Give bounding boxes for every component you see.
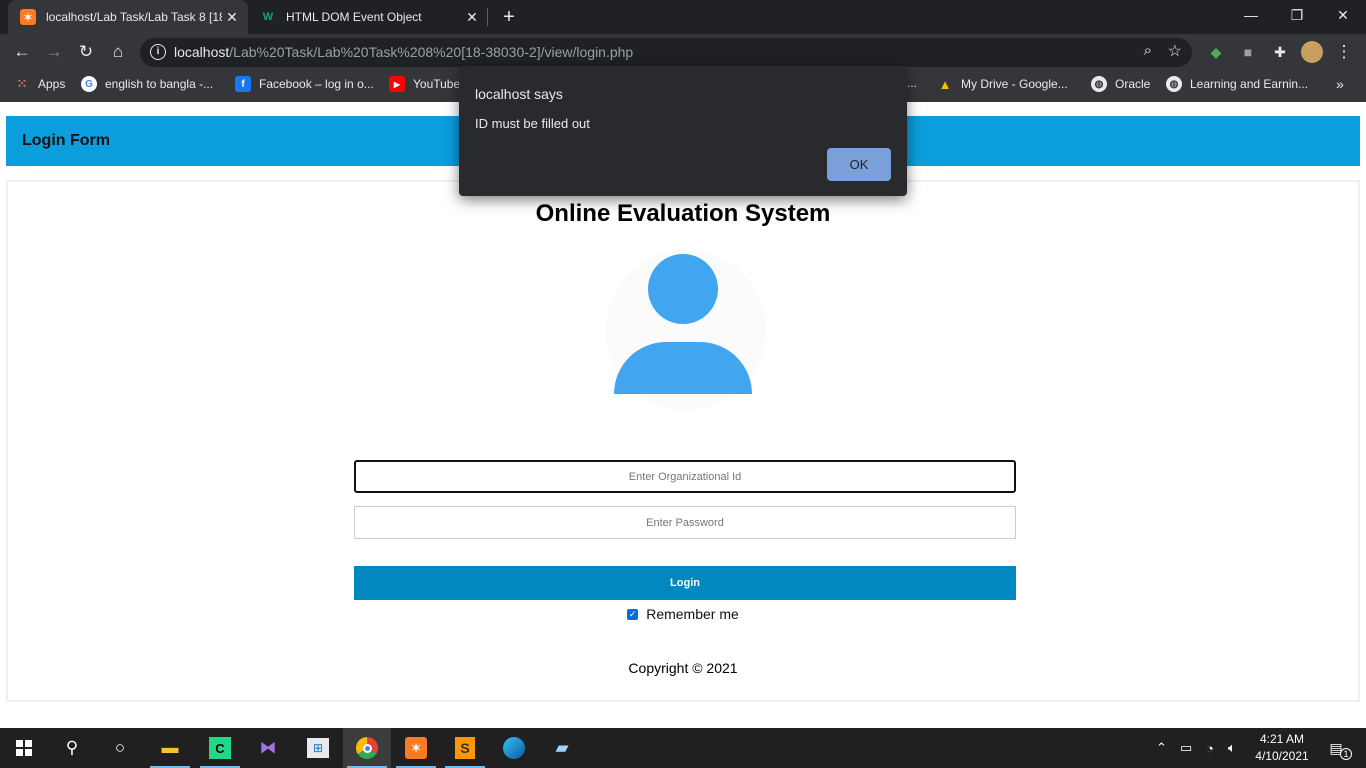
extension-icon[interactable]: ■	[1236, 40, 1260, 64]
avatar-body	[614, 342, 752, 394]
xampp-icon[interactable]: ✶	[392, 728, 440, 768]
address-bar[interactable]: i localhost/Lab%20Task/Lab%20Task%208%20…	[140, 38, 1192, 67]
bookmark-label: YouTube	[413, 77, 461, 91]
tray-overflow-icon[interactable]: ⌃	[1156, 728, 1167, 768]
clock-date: 4/10/2021	[1255, 749, 1309, 763]
tab-dom-event[interactable]: W HTML DOM Event Object ✕	[248, 0, 488, 34]
w3schools-icon: W	[262, 11, 274, 23]
volume-icon[interactable]: 🔈︎	[1228, 728, 1236, 768]
bookmark-truncated[interactable]: ...	[907, 76, 917, 90]
bookmark-apps[interactable]: ⁙ Apps	[14, 76, 66, 92]
bookmark-google-drive[interactable]: ▲ My Drive - Google...	[937, 76, 1068, 92]
remember-me: ✓ Remember me	[8, 606, 1358, 622]
url-text[interactable]: localhost/Lab%20Task/Lab%20Task%208%20[1…	[174, 44, 633, 60]
xampp-icon: ✶	[20, 9, 36, 25]
tab-login[interactable]: ✶ localhost/Lab Task/Lab Task 8 [18 ✕	[8, 0, 248, 34]
sublime-text-icon[interactable]: S	[441, 728, 489, 768]
clock-time: 4:21 AM	[1259, 732, 1305, 746]
info-icon[interactable]: i	[150, 44, 166, 60]
copyright-text: Copyright © 2021	[628, 660, 738, 676]
bookmark-english-bangla[interactable]: G english to bangla -...	[81, 76, 213, 92]
close-tab-icon[interactable]: ✕	[224, 9, 240, 25]
system-clock[interactable]: 4:21 AM 4/10/2021	[1250, 731, 1314, 765]
extensions-puzzle-icon[interactable]: ✚	[1268, 40, 1292, 64]
remember-checkbox[interactable]: ✓	[627, 608, 639, 620]
google-drive-icon: ▲	[938, 76, 952, 92]
user-avatar-icon	[606, 250, 766, 410]
login-button[interactable]: Login	[354, 566, 1016, 600]
search-icon[interactable]: ⚲	[48, 728, 96, 768]
globe-icon: ◍	[1091, 76, 1107, 92]
globe-icon: ◍	[1166, 76, 1182, 92]
avatar	[1301, 41, 1323, 63]
bookmark-label: Apps	[38, 77, 66, 91]
ok-button[interactable]: OK	[827, 148, 891, 181]
bookmark-label: Learning and Earnin...	[1190, 77, 1309, 91]
forward-arrow-icon[interactable]: →	[42, 40, 66, 64]
tab-strip: ✶ localhost/Lab Task/Lab Task 8 [18 ✕ W …	[0, 0, 1366, 34]
windows-start-icon[interactable]	[0, 728, 48, 768]
bookmark-youtube[interactable]: ▶ YouTube	[389, 76, 460, 92]
restore-button[interactable]: ❐	[1274, 0, 1320, 30]
dialog-title: localhost says	[475, 86, 563, 102]
wifi-icon[interactable]: ◔	[1206, 728, 1214, 768]
tab-title: localhost/Lab Task/Lab Task 8 [18	[46, 10, 222, 24]
notepad-icon[interactable]: ▰	[538, 728, 586, 768]
bookmark-star-icon[interactable]: ☆	[1168, 41, 1182, 61]
reload-icon[interactable]: ↻	[74, 40, 98, 64]
bookmark-label: Facebook – log in o...	[259, 77, 374, 91]
login-card: Online Evaluation System Enter Organizat…	[6, 180, 1360, 702]
system-title: Online Evaluation System	[535, 200, 831, 227]
extension-icon[interactable]: ◆	[1204, 40, 1228, 64]
zoom-icon[interactable]: ⌕	[1144, 42, 1152, 59]
notification-badge: 1	[1340, 748, 1352, 760]
cortana-icon[interactable]: ○	[96, 728, 144, 768]
minimize-button[interactable]: —	[1228, 0, 1274, 30]
bookmark-label: ...	[907, 76, 918, 90]
apps-grid-icon: ⁙	[16, 76, 28, 91]
visual-studio-icon[interactable]: ⧓	[244, 728, 292, 768]
bookmark-label: english to bangla -...	[105, 77, 214, 91]
organizational-id-input[interactable]: Enter Organizational Id	[354, 460, 1016, 493]
back-arrow-icon[interactable]: ←	[10, 40, 34, 64]
bookmark-label: Oracle	[1115, 77, 1151, 91]
battery-icon[interactable]: ▭	[1180, 728, 1192, 768]
profile-avatar[interactable]	[1300, 40, 1324, 64]
tab-title: HTML DOM Event Object	[286, 10, 422, 24]
google-icon: G	[81, 76, 97, 92]
youtube-icon: ▶	[389, 76, 405, 92]
alert-dialog: localhost says ID must be filled out OK	[459, 66, 907, 196]
facebook-icon: f	[235, 76, 251, 92]
edge-icon[interactable]	[490, 728, 538, 768]
bookmark-learning[interactable]: ◍ Learning and Earnin...	[1166, 76, 1308, 92]
pycharm-icon[interactable]: C	[196, 728, 244, 768]
notification-center-icon[interactable]: ▤ 1	[1324, 728, 1352, 768]
file-explorer-icon[interactable]: ▬	[146, 728, 194, 768]
bookmark-facebook[interactable]: f Facebook – log in o...	[235, 76, 374, 92]
home-icon[interactable]: ⌂	[106, 40, 130, 64]
browser-toolbar: ← → ↻ ⌂ i localhost/Lab%20Task/Lab%20Tas…	[0, 34, 1366, 70]
bookmark-oracle[interactable]: ◍ Oracle	[1091, 76, 1150, 92]
chrome-icon[interactable]	[343, 728, 391, 768]
more-bookmarks-button[interactable]: »	[1336, 76, 1344, 92]
windows-taskbar: ⚲ ○ ▬ C ⧓ ⊞ ✶ S ▰ ⌃ ▭ ◔ 🔈︎ 4:21 AM 4/10/…	[0, 728, 1366, 768]
page-title: Login Form	[22, 132, 110, 149]
close-window-button[interactable]: ✕	[1320, 0, 1366, 30]
close-tab-icon[interactable]: ✕	[464, 9, 480, 25]
password-input[interactable]: Enter Password	[354, 506, 1016, 539]
remember-label[interactable]: Remember me	[646, 606, 739, 622]
store-icon[interactable]: ⊞	[294, 728, 342, 768]
menu-kebab-icon[interactable]: ⋮	[1332, 40, 1356, 64]
dialog-message: ID must be filled out	[475, 116, 590, 131]
bookmark-label: My Drive - Google...	[961, 77, 1068, 91]
tab-divider	[487, 8, 488, 26]
avatar-head	[648, 254, 718, 324]
new-tab-button[interactable]: +	[498, 6, 520, 28]
